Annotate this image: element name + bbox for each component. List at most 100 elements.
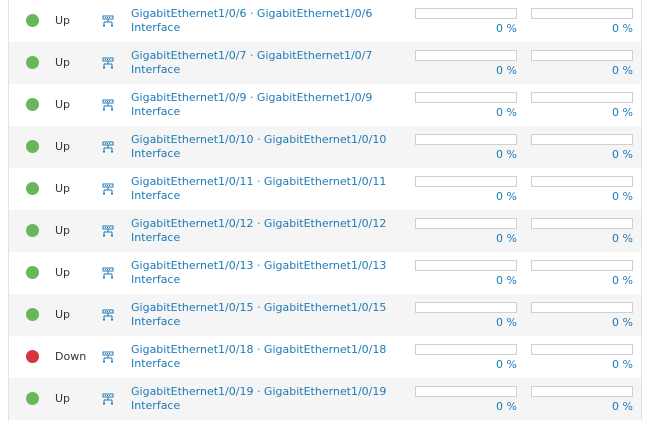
status-dot-icon bbox=[26, 224, 39, 237]
table-row: Up GigabitEthernet1/0/11 · GigabitEtherne… bbox=[9, 168, 641, 210]
rx-utilization-bar bbox=[415, 8, 517, 19]
tx-utilization-bar bbox=[531, 260, 633, 271]
interface-name-link[interactable]: GigabitEthernet1/0/10 · GigabitEthernet1… bbox=[131, 133, 386, 146]
interface-name-link[interactable]: GigabitEthernet1/0/9 · GigabitEthernet1/… bbox=[131, 91, 372, 104]
rx-utilization-percent: 0 % bbox=[496, 316, 517, 329]
status-text: Up bbox=[55, 14, 71, 27]
rx-utilization-bar bbox=[415, 92, 517, 103]
status-dot-icon bbox=[26, 140, 39, 153]
interfaces-table: Up GigabitEthernet1/0/6 · GigabitEthernet… bbox=[8, 0, 642, 421]
interface-name-link[interactable]: GigabitEthernet1/0/6 · GigabitEthernet1/… bbox=[131, 7, 372, 20]
network-interface-icon bbox=[102, 225, 114, 237]
network-interface-icon bbox=[102, 15, 114, 27]
rx-utilization-percent: 0 % bbox=[496, 232, 517, 245]
status-text: Up bbox=[55, 308, 71, 321]
rx-utilization-bar bbox=[415, 50, 517, 61]
rx-utilization-percent: 0 % bbox=[496, 358, 517, 371]
status-text: Up bbox=[55, 392, 71, 405]
network-interface-icon bbox=[102, 57, 114, 69]
status-text: Up bbox=[55, 266, 71, 279]
rx-utilization-bar bbox=[415, 260, 517, 271]
rx-utilization-percent: 0 % bbox=[496, 64, 517, 77]
network-interface-icon bbox=[102, 351, 114, 363]
tx-utilization-bar bbox=[531, 134, 633, 145]
status-dot-icon bbox=[26, 350, 39, 363]
rx-utilization-bar bbox=[415, 176, 517, 187]
network-interface-icon bbox=[102, 309, 114, 321]
rx-utilization-bar bbox=[415, 344, 517, 355]
table-row: Up GigabitEthernet1/0/7 · GigabitEthernet… bbox=[9, 42, 641, 84]
interface-type-link[interactable]: Interface bbox=[131, 231, 180, 244]
rx-utilization-bar bbox=[415, 386, 517, 397]
status-dot-icon bbox=[26, 14, 39, 27]
tx-utilization-percent: 0 % bbox=[612, 316, 633, 329]
interface-name-link[interactable]: GigabitEthernet1/0/7 · GigabitEthernet1/… bbox=[131, 49, 372, 62]
table-row: Up GigabitEthernet1/0/15 · GigabitEtherne… bbox=[9, 294, 641, 336]
interface-name-link[interactable]: GigabitEthernet1/0/19 · GigabitEthernet1… bbox=[131, 385, 386, 398]
interface-name-link[interactable]: GigabitEthernet1/0/13 · GigabitEthernet1… bbox=[131, 259, 386, 272]
interface-name-link[interactable]: GigabitEthernet1/0/18 · GigabitEthernet1… bbox=[131, 343, 386, 356]
interface-type-link[interactable]: Interface bbox=[131, 189, 180, 202]
interface-name-link[interactable]: GigabitEthernet1/0/11 · GigabitEthernet1… bbox=[131, 175, 386, 188]
status-dot-icon bbox=[26, 98, 39, 111]
tx-utilization-percent: 0 % bbox=[612, 106, 633, 119]
rx-utilization-bar bbox=[415, 218, 517, 229]
status-text: Down bbox=[55, 350, 87, 363]
tx-utilization-percent: 0 % bbox=[612, 148, 633, 161]
table-row: Down GigabitEthernet1/0/18 · GigabitEther… bbox=[9, 336, 641, 378]
status-text: Up bbox=[55, 224, 71, 237]
status-dot-icon bbox=[26, 308, 39, 321]
interface-type-link[interactable]: Interface bbox=[131, 63, 180, 76]
interface-type-link[interactable]: Interface bbox=[131, 315, 180, 328]
tx-utilization-percent: 0 % bbox=[612, 400, 633, 413]
tx-utilization-bar bbox=[531, 50, 633, 61]
status-dot-icon bbox=[26, 392, 39, 405]
tx-utilization-percent: 0 % bbox=[612, 190, 633, 203]
rx-utilization-bar bbox=[415, 134, 517, 145]
tx-utilization-percent: 0 % bbox=[612, 64, 633, 77]
tx-utilization-bar bbox=[531, 218, 633, 229]
rx-utilization-percent: 0 % bbox=[496, 148, 517, 161]
network-interface-icon bbox=[102, 393, 114, 405]
tx-utilization-percent: 0 % bbox=[612, 22, 633, 35]
network-interface-icon bbox=[102, 99, 114, 111]
table-row: Up GigabitEthernet1/0/12 · GigabitEtherne… bbox=[9, 210, 641, 252]
interface-type-link[interactable]: Interface bbox=[131, 399, 180, 412]
rx-utilization-percent: 0 % bbox=[496, 22, 517, 35]
tx-utilization-bar bbox=[531, 176, 633, 187]
status-text: Up bbox=[55, 56, 71, 69]
tx-utilization-bar bbox=[531, 386, 633, 397]
status-dot-icon bbox=[26, 266, 39, 279]
interface-type-link[interactable]: Interface bbox=[131, 105, 180, 118]
status-text: Up bbox=[55, 140, 71, 153]
table-row: Up GigabitEthernet1/0/19 · GigabitEtherne… bbox=[9, 378, 641, 420]
tx-utilization-bar bbox=[531, 302, 633, 313]
tx-utilization-percent: 0 % bbox=[612, 274, 633, 287]
tx-utilization-percent: 0 % bbox=[612, 232, 633, 245]
network-interface-icon bbox=[102, 183, 114, 195]
network-interface-icon bbox=[102, 267, 114, 279]
interface-type-link[interactable]: Interface bbox=[131, 21, 180, 34]
interface-name-link[interactable]: GigabitEthernet1/0/12 · GigabitEthernet1… bbox=[131, 217, 386, 230]
rx-utilization-percent: 0 % bbox=[496, 106, 517, 119]
interface-type-link[interactable]: Interface bbox=[131, 273, 180, 286]
table-row: Up GigabitEthernet1/0/10 · GigabitEtherne… bbox=[9, 126, 641, 168]
status-dot-icon bbox=[26, 182, 39, 195]
network-interface-icon bbox=[102, 141, 114, 153]
table-row: Up GigabitEthernet1/0/9 · GigabitEthernet… bbox=[9, 84, 641, 126]
status-dot-icon bbox=[26, 56, 39, 69]
tx-utilization-bar bbox=[531, 92, 633, 103]
interface-type-link[interactable]: Interface bbox=[131, 357, 180, 370]
rx-utilization-percent: 0 % bbox=[496, 274, 517, 287]
status-text: Up bbox=[55, 98, 71, 111]
interface-type-link[interactable]: Interface bbox=[131, 147, 180, 160]
interface-name-link[interactable]: GigabitEthernet1/0/15 · GigabitEthernet1… bbox=[131, 301, 386, 314]
status-text: Up bbox=[55, 182, 71, 195]
table-row: Up GigabitEthernet1/0/13 · GigabitEtherne… bbox=[9, 252, 641, 294]
tx-utilization-bar bbox=[531, 344, 633, 355]
table-row: Up GigabitEthernet1/0/6 · GigabitEthernet… bbox=[9, 0, 641, 42]
tx-utilization-bar bbox=[531, 8, 633, 19]
rx-utilization-percent: 0 % bbox=[496, 400, 517, 413]
tx-utilization-percent: 0 % bbox=[612, 358, 633, 371]
rx-utilization-bar bbox=[415, 302, 517, 313]
